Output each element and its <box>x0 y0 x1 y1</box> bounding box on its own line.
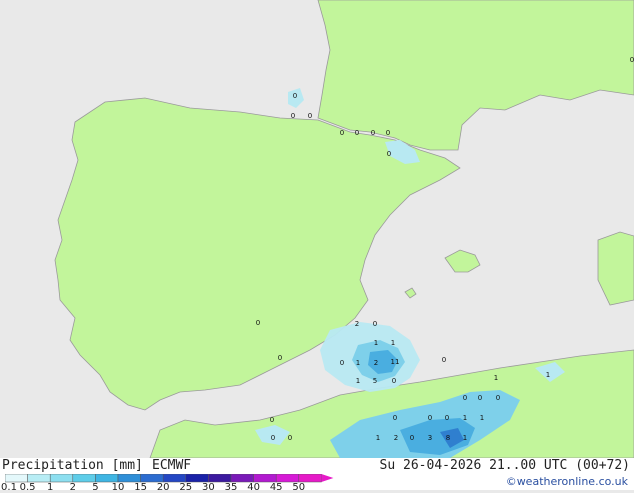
station-value: 11 <box>391 358 400 366</box>
footer-datetime: Su 26-04-2026 21..00 UTC (00+72) <box>379 458 630 473</box>
station-value: 1 <box>463 434 467 442</box>
legend-swatch <box>49 474 74 483</box>
station-value: 0 <box>387 150 391 158</box>
station-value: 0 <box>308 112 312 120</box>
station-value: 0 <box>463 394 467 402</box>
legend-swatch <box>208 474 232 483</box>
station-value: 0 <box>373 320 377 328</box>
station-value: 2 <box>355 320 359 328</box>
station-value: 0 <box>271 434 275 442</box>
footer-model: ECMWF <box>152 458 192 473</box>
station-value: 1 <box>494 374 498 382</box>
station-value: 0 <box>293 92 297 100</box>
station-value: 0 <box>428 414 432 422</box>
station-value: 2 <box>374 359 378 367</box>
station-value: 0 <box>630 56 634 64</box>
legend-tick: 0.5 <box>19 482 36 493</box>
station-value: 0 <box>386 129 390 137</box>
station-value: 1 <box>480 414 484 422</box>
station-value: 8 <box>446 434 450 442</box>
legend-tick: 30 <box>202 482 215 493</box>
legend-tick: 20 <box>156 482 170 493</box>
station-value: 0 <box>340 359 344 367</box>
footer: Precipitation [mm] ECMWF Su 26-04-2026 2… <box>0 458 634 493</box>
station-value: 0 <box>478 394 482 402</box>
station-value: 2 <box>394 434 398 442</box>
legend-swatch <box>230 474 254 483</box>
footer-title: Precipitation [mm] <box>2 458 143 473</box>
legend-tick: 10 <box>111 482 125 493</box>
legend-swatch <box>298 474 322 483</box>
legend-arrow <box>321 474 334 482</box>
legend-swatch <box>185 474 209 483</box>
station-value: 0 <box>270 416 274 424</box>
precipitation-map: 00 00 0 0 00002 01 10 1 2 11 01 5 0 1 10 0 0 1 101 2 0 3 8 100 0… <box>0 0 634 458</box>
legend-swatch <box>5 474 28 483</box>
legend-tick: 40 <box>247 482 260 493</box>
station-value: 1 <box>546 371 550 379</box>
legend-tick: 15 <box>134 482 147 493</box>
copyright: ©weatheronline.co.uk <box>505 475 628 488</box>
legend-tick: 35 <box>224 482 238 493</box>
station-value: 0 <box>340 129 344 137</box>
station-value: 3 <box>428 434 432 442</box>
station-value: 0 <box>355 129 359 137</box>
station-value: 0 <box>442 356 446 364</box>
station-value: 5 <box>373 377 377 385</box>
station-value: 0 <box>371 129 375 137</box>
station-value: 0 <box>393 414 397 422</box>
station-value: 1 <box>374 339 378 347</box>
station-value: 0 <box>278 354 282 362</box>
legend-swatch <box>253 474 277 483</box>
legend-tick: 45 <box>269 482 283 493</box>
legend-tick: 50 <box>292 482 306 493</box>
station-value: 0 <box>288 434 292 442</box>
legend-tick: 1 <box>47 482 54 493</box>
legend-tick: 2 <box>69 482 76 493</box>
legend-swatch <box>140 474 164 483</box>
station-value: 0 <box>392 377 396 385</box>
legend-swatch <box>117 474 141 483</box>
station-value: 0 <box>256 319 260 327</box>
legend-tick: 0.1 <box>1 482 17 493</box>
station-value: 1 <box>356 359 360 367</box>
legend-tick: 25 <box>179 482 193 493</box>
legend-swatch <box>275 474 300 483</box>
station-value: 1 <box>391 339 395 347</box>
station-value: 1 <box>463 414 467 422</box>
legend-tick: 5 <box>92 482 99 493</box>
station-value: 0 <box>445 414 449 422</box>
station-value: 0 <box>496 394 500 402</box>
station-value: 1 <box>376 434 380 442</box>
station-value: 0 <box>291 112 295 120</box>
station-value: 1 <box>356 377 360 385</box>
legend-swatch <box>162 474 187 483</box>
station-value: 0 <box>410 434 414 442</box>
legend-swatch <box>27 474 51 483</box>
legend-swatch <box>95 474 119 483</box>
legend-swatch <box>72 474 96 483</box>
